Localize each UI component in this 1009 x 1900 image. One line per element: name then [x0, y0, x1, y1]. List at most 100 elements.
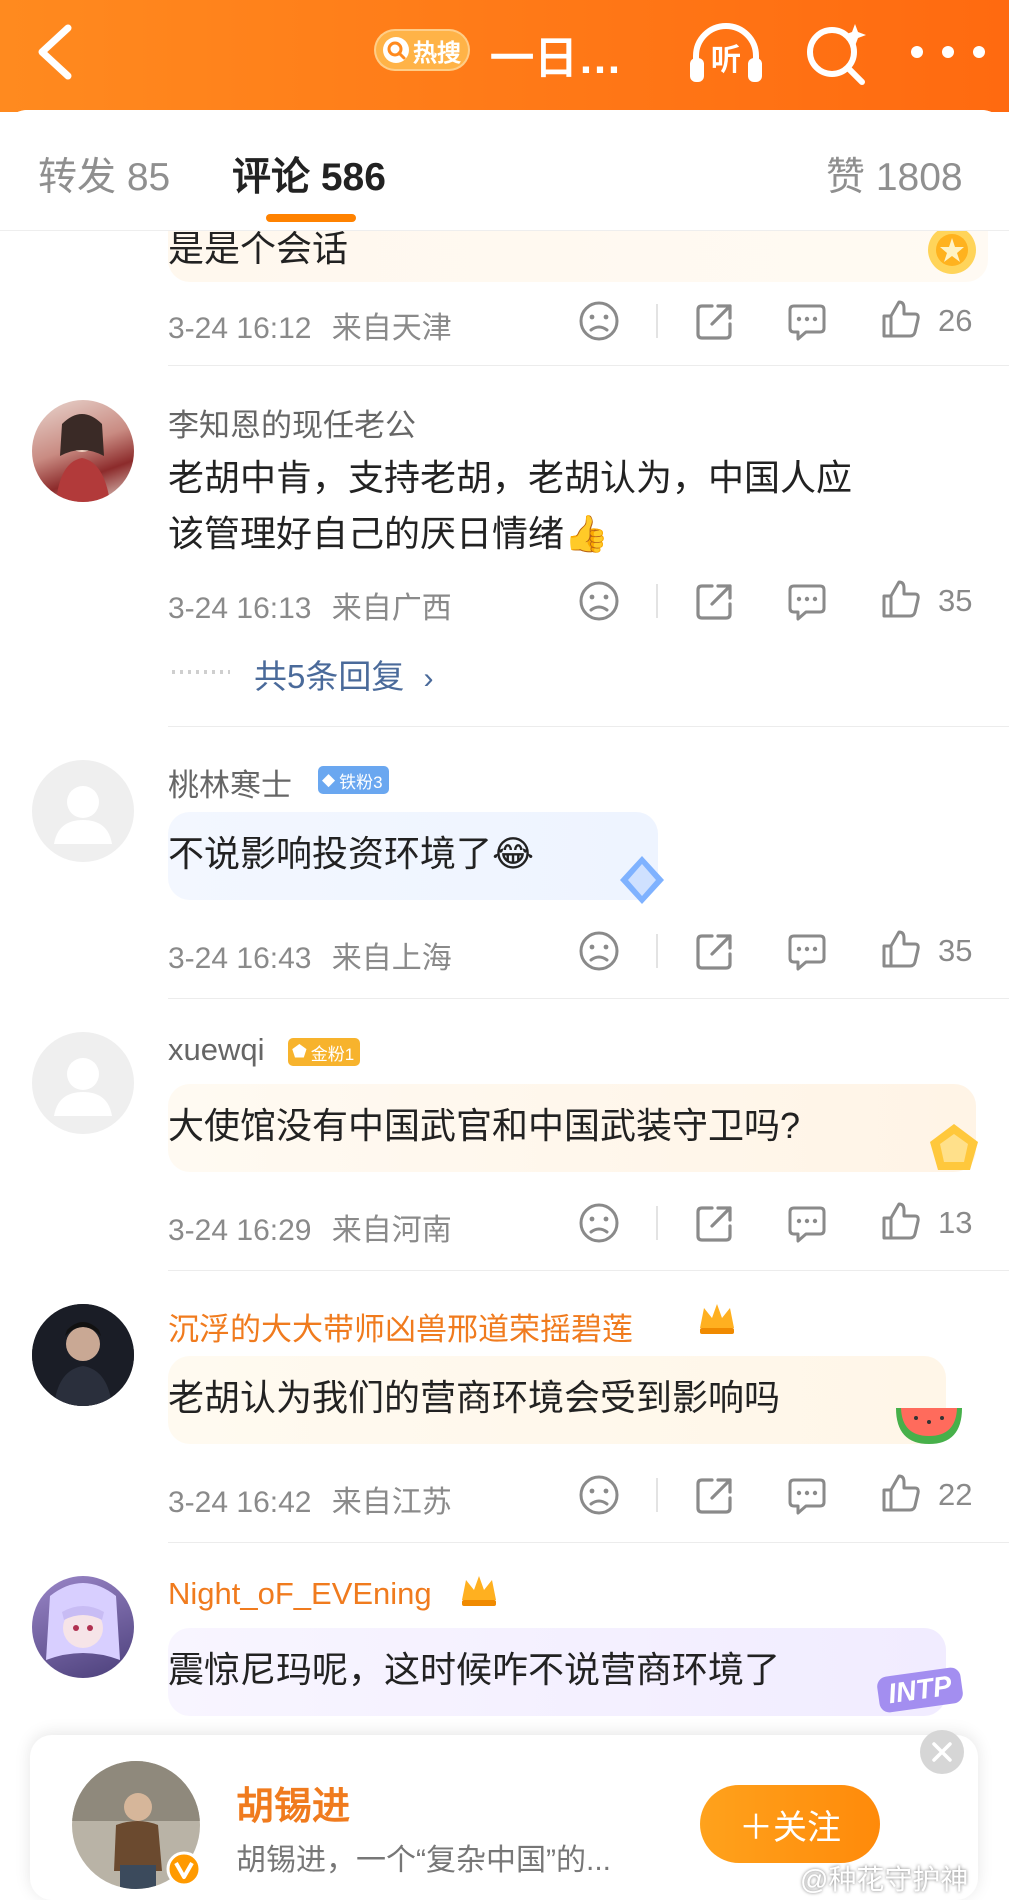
comment-text: 震惊尼玛呢，这时候咋不说营商环境了 — [168, 1649, 781, 1690]
like-count: 26 — [938, 303, 973, 338]
action-divider — [656, 1478, 658, 1512]
page-title: 一日… — [490, 34, 622, 83]
user-avatar[interactable] — [32, 1304, 134, 1406]
location-text: 来自河南 — [331, 1214, 452, 1247]
default-avatar[interactable] — [32, 760, 134, 862]
date-text: 3-24 16:12 — [168, 312, 312, 345]
replies-label: 共5条回复 — [254, 658, 405, 695]
weibo-watermark: @种花守护神 — [800, 1864, 969, 1895]
date-text: 3-24 16:42 — [168, 1486, 312, 1519]
location-text: 来自江苏 — [331, 1486, 452, 1519]
top-navigation-bar: 热搜 一日… 听 — [0, 0, 1009, 112]
comment-text-line: 老胡中肯，支持老胡，老胡认为，中国人应 — [168, 457, 853, 498]
view-replies-link[interactable]: 共5条回复 › — [254, 650, 434, 698]
tab-comments[interactable]: 评论 586 — [232, 146, 386, 202]
comment-text: 老胡认为我们的营商环境会受到影响吗 — [168, 1377, 781, 1418]
badge-label: 金粉1 — [310, 1044, 355, 1064]
avatar-photo — [46, 1583, 120, 1660]
tab-reposts[interactable]: 转发 85 — [38, 146, 170, 202]
thumbs-up-icon[interactable] — [880, 1200, 922, 1242]
share-icon[interactable] — [694, 1202, 736, 1244]
author-description: 胡锡进，一个“复杂中国”的... — [236, 1844, 611, 1877]
comment-date: 3-24 16:13 来自广西 — [168, 583, 452, 627]
comment-text: 老胡中肯，支持老胡，老胡认为，中国人应 该管理好自己的厌日情绪👍 — [168, 450, 988, 562]
comment-date: 3-24 16:43 来自上海 — [168, 933, 452, 977]
watermelon-sticker-icon — [896, 1408, 962, 1444]
back-arrow-icon[interactable] — [30, 22, 80, 82]
date-text: 3-24 16:29 — [168, 1214, 312, 1247]
thumbs-up-icon[interactable] — [880, 298, 922, 340]
comment-separator — [168, 365, 1009, 366]
comment-separator — [168, 1270, 1009, 1271]
badge-label: 铁粉3 — [339, 772, 383, 792]
reply-comment-icon[interactable] — [786, 1202, 828, 1244]
dislike-face-icon[interactable] — [578, 1474, 620, 1516]
more-options-icon[interactable] — [903, 42, 993, 62]
tab-likes[interactable]: 赞 1808 — [826, 146, 963, 202]
default-user-icon — [54, 1058, 112, 1116]
date-text: 3-24 16:13 — [168, 592, 312, 625]
headphones-listen-icon[interactable]: 听 — [686, 18, 766, 86]
dislike-face-icon[interactable] — [578, 1202, 620, 1244]
crown-vip-icon — [700, 1304, 734, 1334]
reply-comment-icon[interactable] — [786, 930, 828, 972]
comment-text: 大使馆没有中国武官和中国武装守卫吗? — [168, 1105, 801, 1146]
share-icon[interactable] — [694, 1474, 736, 1516]
thumbs-up-icon[interactable] — [880, 928, 922, 970]
avatar-photo — [32, 1304, 134, 1406]
verified-v-icon — [166, 1851, 202, 1887]
comment-username[interactable]: 李知恩的现任老公 — [168, 400, 416, 445]
blue-diamond-sticker-icon — [620, 856, 664, 904]
comment-date: 3-24 16:12 来自天津 — [168, 303, 452, 347]
comment-separator — [168, 1542, 1009, 1543]
comment-username[interactable]: 桃林寒士 — [168, 760, 292, 805]
iron-fan-badge: ◆ 铁粉3 — [318, 766, 389, 794]
share-icon[interactable] — [694, 930, 736, 972]
crown-vip-icon — [462, 1576, 496, 1606]
comment-username[interactable]: 沉浮的大大带师凶兽邢道荣摇碧莲 — [168, 1304, 633, 1349]
search-sparkle-icon[interactable] — [800, 20, 872, 86]
thumbs-up-icon[interactable] — [880, 578, 922, 620]
comment-panel: 是是个会话 转发 85 评论 586 赞 1808 3-24 16:12 来自天… — [0, 110, 1009, 1900]
dislike-face-icon[interactable] — [578, 930, 620, 972]
comment-date: 3-24 16:29 来自河南 — [168, 1205, 452, 1249]
action-divider — [656, 934, 658, 968]
gold-fan-sticker-icon — [930, 1124, 978, 1170]
like-count: 22 — [938, 1477, 973, 1512]
location-text: 来自上海 — [331, 942, 452, 975]
like-count: 35 — [938, 933, 973, 968]
default-avatar[interactable] — [32, 1032, 134, 1134]
comment-separator — [168, 998, 1009, 999]
active-tab-indicator — [266, 214, 356, 222]
chevron-right-icon: › — [423, 662, 434, 695]
author-name[interactable]: 胡锡进 — [236, 1775, 350, 1830]
hot-search-badge[interactable]: 热搜 — [374, 29, 470, 71]
pentagon-icon: ⬟ — [292, 1042, 307, 1061]
dislike-face-icon[interactable] — [578, 300, 620, 342]
comment-text: 不说影响投资环境了😂 — [168, 833, 535, 874]
user-avatar[interactable] — [32, 400, 134, 502]
comment-username[interactable]: Night_oF_EVEning — [168, 1576, 432, 1612]
hot-badge-label: 热搜 — [413, 39, 461, 67]
reply-comment-icon[interactable] — [786, 300, 828, 342]
follow-button[interactable]: ＋关注 — [700, 1785, 880, 1863]
dislike-face-icon[interactable] — [578, 580, 620, 622]
like-count: 35 — [938, 583, 973, 618]
close-card-button[interactable] — [920, 1730, 964, 1774]
action-divider — [656, 584, 658, 618]
reply-comment-icon[interactable] — [786, 580, 828, 622]
default-user-icon — [54, 786, 112, 844]
share-icon[interactable] — [694, 300, 736, 342]
share-icon[interactable] — [694, 580, 736, 622]
comment-date: 3-24 16:42 来自江苏 — [168, 1477, 452, 1521]
search-icon — [383, 37, 409, 63]
comment-separator — [168, 726, 1009, 727]
user-avatar[interactable] — [32, 1576, 134, 1678]
reply-comment-icon[interactable] — [786, 1474, 828, 1516]
gold-fan-badge: ⬟ 金粉1 — [288, 1038, 361, 1066]
like-count: 13 — [938, 1205, 973, 1240]
thumbs-up-icon[interactable] — [880, 1472, 922, 1514]
comment-username[interactable]: xuewqi — [168, 1032, 265, 1068]
close-icon — [932, 1742, 952, 1762]
replies-dots — [172, 670, 230, 674]
